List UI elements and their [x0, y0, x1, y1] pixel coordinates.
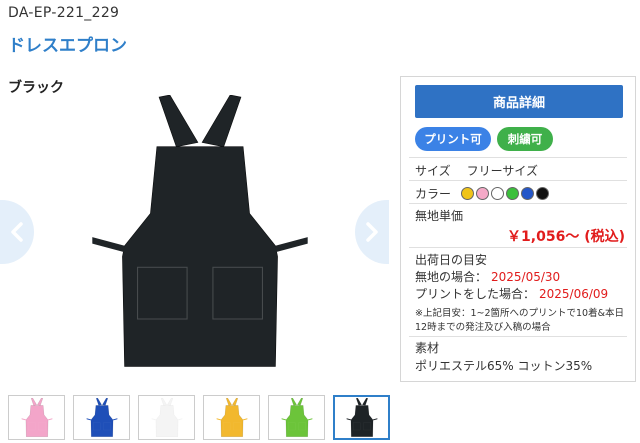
product-name: ドレスエプロン: [8, 36, 127, 56]
apron-thumbnail-image: [216, 397, 247, 437]
print-available-badge: プリント可: [415, 127, 491, 151]
divider: [409, 203, 627, 204]
apron-image: [92, 95, 308, 367]
color-swatch[interactable]: [476, 187, 490, 200]
divider: [409, 247, 627, 248]
main-product-image: [60, 95, 340, 375]
thumbnail-yellow[interactable]: [203, 395, 260, 440]
thumbnail-blue[interactable]: [73, 395, 130, 440]
divider: [409, 180, 627, 181]
price-value: ￥1,056～ (税込): [507, 229, 625, 245]
material-label: 素材: [415, 341, 440, 355]
embroidery-available-badge: 刺繍可: [497, 127, 553, 151]
apron-thumbnail-image: [86, 397, 117, 437]
ship-plain-label: 無地の場合：: [415, 270, 488, 284]
apron-thumbnail-image: [21, 397, 52, 437]
ship-note: ※上記目安：1~2箇所へのプリントで10着&本日12時までの発注及び入稿の場合: [415, 308, 625, 333]
size-label: サイズ: [415, 164, 451, 178]
divider: [409, 157, 627, 158]
next-image-button[interactable]: [355, 200, 389, 264]
ship-date-title: 出荷日の目安: [415, 253, 488, 267]
prev-image-button[interactable]: [0, 200, 34, 264]
product-detail-button[interactable]: 商品詳細: [415, 85, 623, 118]
apron-thumbnail-image: [151, 397, 182, 437]
ship-plain-date: 2025/05/30: [491, 270, 561, 284]
selected-color-title: ブラック: [8, 80, 64, 96]
color-swatch[interactable]: [536, 187, 550, 200]
thumbnail-pink[interactable]: [8, 395, 65, 440]
thumbnail-black[interactable]: [333, 395, 390, 440]
material-value: ポリエステル65% コットン35%: [415, 359, 593, 373]
color-swatch[interactable]: [461, 187, 475, 200]
color-swatch[interactable]: [491, 187, 505, 200]
ship-print-date: 2025/06/09: [539, 287, 609, 301]
color-swatch[interactable]: [506, 187, 520, 200]
apron-thumbnail-image: [281, 397, 312, 437]
product-info-panel: 商品詳細 プリント可 刺繍可 サイズ フリーサイズ カラー 無地単価 ￥1,056…: [400, 76, 636, 382]
color-label: カラー: [415, 187, 452, 201]
size-value: フリーサイズ: [466, 164, 539, 178]
color-swatches: [461, 187, 550, 200]
ship-print-row: プリントをした場合： 2025/06/09: [415, 285, 627, 302]
chevron-left-icon: [11, 222, 23, 242]
price-label: 無地単価: [415, 209, 464, 223]
thumbnail-green[interactable]: [268, 395, 325, 440]
color-row: カラー: [415, 185, 627, 202]
color-swatch[interactable]: [521, 187, 535, 200]
size-row: サイズ フリーサイズ: [415, 162, 627, 179]
product-code: DA-EP-221_229: [8, 5, 120, 21]
image-slider: [0, 95, 392, 380]
thumbnail-white[interactable]: [138, 395, 195, 440]
chevron-right-icon: [366, 222, 378, 242]
ship-plain-row: 無地の場合： 2025/05/30: [415, 268, 627, 285]
divider: [409, 336, 627, 337]
thumbnail-strip: [8, 395, 390, 440]
ship-print-label: プリントをした場合：: [415, 287, 536, 301]
apron-thumbnail-image: [346, 397, 377, 437]
